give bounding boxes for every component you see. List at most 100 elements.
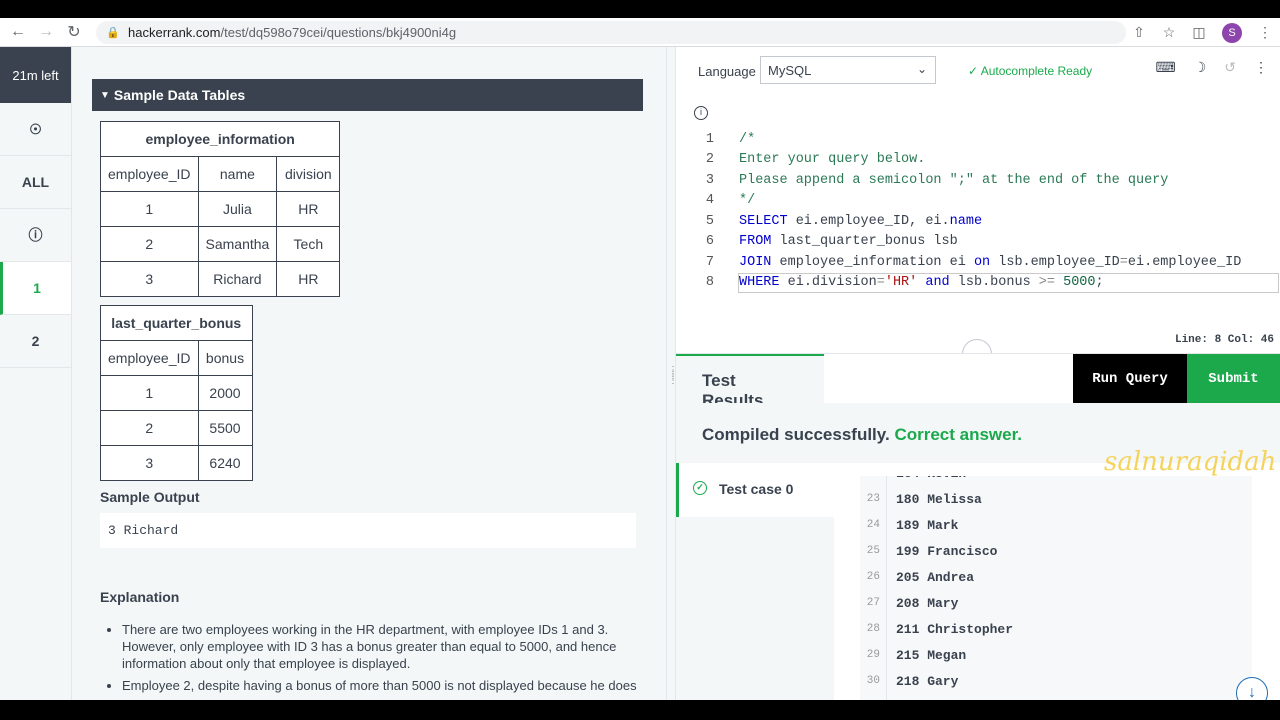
language-select[interactable]: MySQL ⌄ bbox=[760, 56, 936, 84]
output-line-number: 24 bbox=[860, 512, 887, 538]
output-text: 189 Mark bbox=[896, 517, 959, 533]
code-editor[interactable]: 1 /* 2 Enter your query below. 3 Please appen… bbox=[676, 129, 1280, 293]
table-row: 3 6240 bbox=[100, 445, 253, 481]
line-number: 5 bbox=[705, 213, 714, 229]
code-line[interactable]: 4 */ bbox=[676, 191, 1280, 212]
code-token: on bbox=[973, 254, 991, 270]
code-line[interactable]: 3 Please append a semicolon ";" at the en… bbox=[676, 170, 1280, 191]
output-line-number: 28 bbox=[860, 616, 887, 642]
line-number: 4 bbox=[705, 193, 714, 209]
avatar[interactable]: S bbox=[1222, 22, 1242, 43]
table-title: last_quarter_bonus bbox=[100, 305, 253, 341]
code-text: */ bbox=[716, 193, 755, 208]
code-line[interactable]: 7 JOIN employee_information ei on lsb.emp… bbox=[676, 252, 1280, 273]
table-cell: Julia bbox=[197, 191, 278, 227]
language-value: MySQL bbox=[768, 63, 812, 78]
query-output[interactable]: 22164 Kevin23 180 Melissa 24 189 Mark 25 199 … bbox=[860, 476, 1252, 700]
output-text: 164 Kevin bbox=[887, 476, 966, 481]
table-row: 2 Samantha Tech bbox=[100, 226, 341, 262]
code-token: lsb.employee_ID bbox=[990, 254, 1120, 270]
rail-item-question-2[interactable]: 2 bbox=[0, 315, 71, 368]
kebab-menu-icon[interactable]: ⋮ bbox=[1250, 24, 1280, 41]
output-line: 28 211 Christopher bbox=[860, 616, 1252, 642]
line-number: 1 bbox=[705, 131, 714, 147]
keyboard-icon[interactable]: ⌨ bbox=[1155, 59, 1175, 76]
table-row: 1 Julia HR bbox=[100, 191, 341, 227]
rail-item-all[interactable]: ALL bbox=[0, 156, 71, 209]
output-line: 24 189 Mark bbox=[860, 512, 1252, 538]
table-header: name bbox=[197, 156, 278, 192]
star-icon[interactable]: ☆ bbox=[1154, 24, 1184, 41]
output-line-number: 29 bbox=[860, 642, 887, 668]
share-icon[interactable]: ⇧ bbox=[1124, 24, 1154, 41]
code-line[interactable]: 8 WHERE ei.division='HR' and lsb.bonus >=… bbox=[676, 272, 1280, 293]
test-case-0[interactable]: ✓ Test case 0 bbox=[676, 463, 834, 517]
table-title: employee_information bbox=[99, 121, 341, 157]
watermark: salnuraqidah bbox=[1104, 447, 1277, 477]
correct-answer-message: Correct answer. bbox=[894, 425, 1022, 444]
info-icon[interactable]: ⓘ bbox=[0, 209, 71, 262]
rail-item-question-1[interactable]: 1 bbox=[0, 262, 71, 315]
code-token: ei.employee_ID bbox=[1127, 254, 1242, 270]
history-icon[interactable]: ↺ bbox=[1224, 59, 1236, 76]
caret-down-icon: ▼ bbox=[100, 89, 110, 101]
lock-icon: 🔒 bbox=[106, 27, 120, 39]
output-text: 205 Andrea bbox=[896, 569, 975, 585]
address-bar[interactable]: 🔒 hackerrank.com/test/dq598o79cei/questi… bbox=[96, 21, 1126, 44]
list-item: There are two employees working in the H… bbox=[122, 621, 642, 672]
explanation-list: There are two employees working in the H… bbox=[122, 621, 642, 699]
code-text: Please append a semicolon ";" at the end… bbox=[716, 173, 1168, 188]
code-line[interactable]: 5 SELECT ei.employee_ID, ei.name bbox=[676, 211, 1280, 232]
table-cell: 5500 bbox=[197, 410, 253, 446]
code-token: employee_information ei bbox=[771, 254, 974, 270]
table-header: employee_ID bbox=[100, 340, 199, 376]
output-text: 215 Megan bbox=[896, 647, 967, 663]
table-cell: 3 bbox=[100, 261, 199, 297]
cursor-status: Line: 8 Col: 46 bbox=[1174, 334, 1274, 346]
forward-arrow-icon[interactable]: → bbox=[32, 18, 60, 46]
scroll-down-icon[interactable]: ↓ bbox=[1236, 677, 1268, 700]
run-query-button[interactable]: Run Query bbox=[1073, 354, 1187, 404]
autocomplete-status[interactable]: ✓ Autocomplete Ready bbox=[968, 64, 1092, 78]
chevron-down-icon: ⌄ bbox=[916, 62, 927, 76]
table-header: employee_ID bbox=[100, 156, 199, 192]
submit-button[interactable]: Submit bbox=[1187, 354, 1280, 404]
employee-information-table: employee_information employee_ID name di… bbox=[99, 121, 341, 297]
explanation-label: Explanation bbox=[100, 589, 180, 605]
sidebar-icon[interactable]: ◫ bbox=[1184, 24, 1214, 41]
code-text: FROM last_quarter_bonus lsb bbox=[716, 234, 958, 249]
output-line-number: 25 bbox=[860, 538, 887, 564]
results-toolbar: Test Results Run Query Submit bbox=[676, 353, 1280, 410]
drag-handle-icon[interactable]: ⋮ ⋮ ⋮ bbox=[668, 366, 678, 386]
compass-icon[interactable]: ☉ bbox=[0, 103, 71, 156]
code-token: ei.employee_ID, ei. bbox=[787, 213, 950, 229]
toolbar-spacer bbox=[824, 354, 1073, 404]
code-token: Enter your query below. bbox=[739, 152, 926, 168]
section-header[interactable]: ▼ Sample Data Tables bbox=[92, 79, 643, 111]
code-token: = bbox=[1119, 254, 1128, 270]
last-quarter-bonus-table: last_quarter_bonus employee_ID bonus 1 2… bbox=[100, 305, 253, 481]
code-line[interactable]: 6 FROM last_quarter_bonus lsb bbox=[676, 232, 1280, 253]
table-cell: Richard bbox=[197, 261, 278, 297]
output-line-number: 27 bbox=[860, 590, 887, 616]
check-circle-icon: ✓ bbox=[693, 481, 707, 495]
browser-toolbar: ← → ↻ 🔒 hackerrank.com/test/dq598o79cei/… bbox=[0, 18, 1280, 47]
table-cell: 1 bbox=[100, 191, 199, 227]
code-line[interactable]: 1 /* bbox=[676, 129, 1280, 150]
app-frame: ← → ↻ 🔒 hackerrank.com/test/dq598o79cei/… bbox=[0, 18, 1280, 700]
bottom-letterbox bbox=[0, 700, 1280, 720]
tab-test-results[interactable]: Test Results bbox=[676, 354, 824, 410]
table-cell: HR bbox=[276, 261, 341, 297]
info-icon[interactable]: i bbox=[694, 106, 708, 120]
back-arrow-icon[interactable]: ← bbox=[4, 18, 32, 46]
moon-icon[interactable]: ☽ bbox=[1194, 59, 1207, 76]
code-token: JOIN bbox=[739, 254, 772, 270]
code-text: /* bbox=[716, 132, 755, 147]
reload-icon[interactable]: ↻ bbox=[60, 18, 88, 46]
table-row: 3 Richard HR bbox=[100, 261, 341, 297]
table-header: division bbox=[276, 156, 341, 192]
kebab-menu-icon[interactable]: ⋮ bbox=[1254, 59, 1268, 76]
test-case-list: ✓ Test case 0 bbox=[676, 463, 834, 700]
line-number: 8 bbox=[705, 275, 714, 291]
code-line[interactable]: 2 Enter your query below. bbox=[676, 150, 1280, 171]
